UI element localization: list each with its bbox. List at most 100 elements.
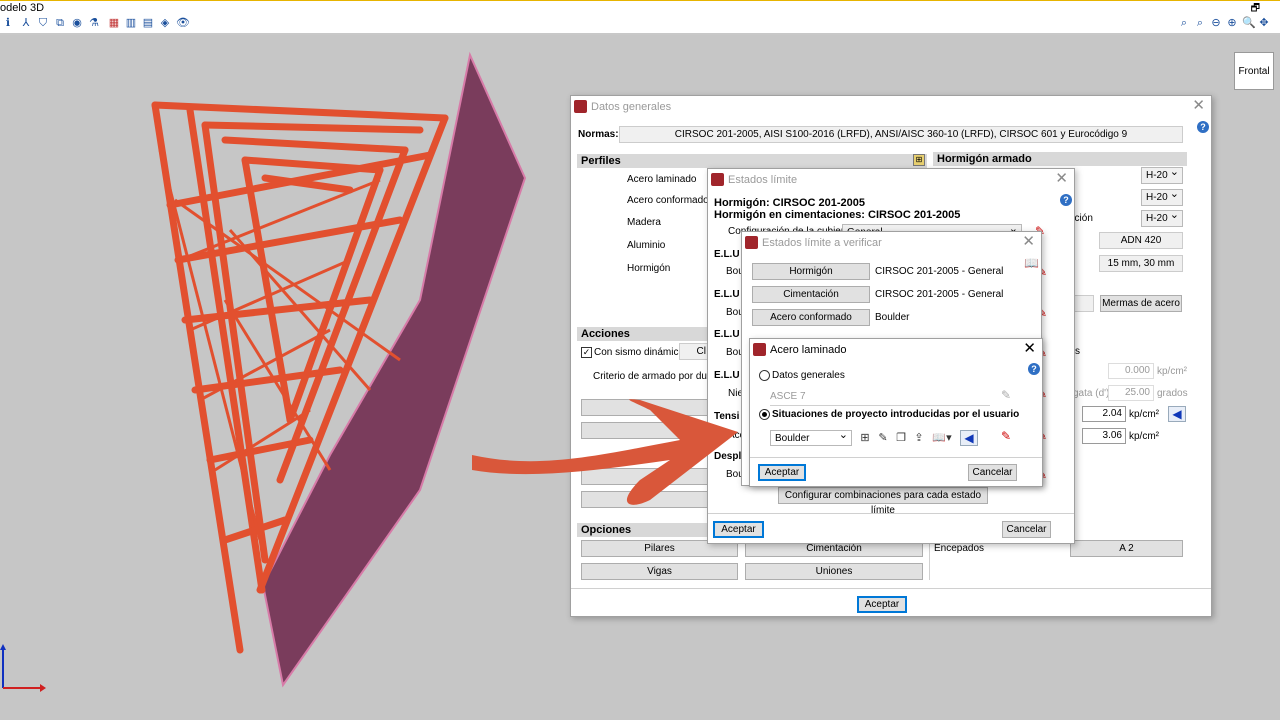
zoom-window-icon[interactable]: ⌕ [1194, 17, 1206, 29]
window-title: Datos generales [571, 96, 1211, 118]
edit-icon-red[interactable]: ✎ [998, 428, 1014, 444]
acero-conformado-button[interactable]: Acero conformado [752, 309, 870, 326]
datos-aceptar-button[interactable]: Aceptar [857, 596, 907, 613]
datos-generales-radio[interactable] [759, 370, 770, 381]
info-icon[interactable]: ℹ [2, 17, 14, 29]
hormigon-select-1[interactable]: H-20 [1141, 165, 1183, 184]
footer-separator [750, 457, 1042, 458]
view-cube-frontal[interactable]: Frontal [1234, 52, 1274, 90]
window-title: Acero laminado [750, 339, 1042, 361]
arrow-left-icon[interactable]: ◀ [960, 430, 978, 446]
hormigon-norma: Hormigón: CIRSOC 201-2005 [714, 197, 865, 209]
asce-underline [770, 405, 990, 406]
window-title: Estados límite a verificar [742, 232, 1041, 254]
estados-cancelar-button[interactable]: Cancelar [1002, 521, 1051, 538]
close-icon[interactable]: ✕ [1023, 341, 1036, 357]
zoom-in-icon[interactable]: ⊕ [1226, 17, 1238, 29]
acero-laminado-window: Acero laminado ✕ ? Datos generales ASCE … [749, 338, 1043, 487]
arrow-left-icon[interactable]: ◀ [1168, 406, 1186, 422]
app-titlebar: odelo 3D 🗗 [0, 0, 1280, 14]
book-icon[interactable]: 📖 [1024, 256, 1039, 270]
mermas-button[interactable]: Mermas de acero [1100, 295, 1182, 312]
layers-icon[interactable]: ◈ [159, 17, 171, 29]
recubrimiento-field[interactable]: 15 mm, 30 mm [1099, 255, 1183, 272]
value-0000[interactable]: 0.000 [1108, 363, 1154, 379]
usuario-radio[interactable] [759, 409, 770, 420]
acero-conformado-value: Boulder [875, 312, 910, 323]
help-icon[interactable]: ? [1060, 194, 1072, 206]
situacion-select[interactable]: Boulder [770, 428, 852, 446]
acero-cancelar-button[interactable]: Cancelar [968, 464, 1017, 481]
unit-grados: grados [1157, 388, 1188, 399]
perfil-acero-laminado: Acero laminado [627, 174, 697, 185]
unit-306: kp/cm² [1129, 431, 1159, 442]
add-icon[interactable]: ⊞ [858, 431, 872, 445]
value-306[interactable]: 3.06 [1082, 428, 1126, 444]
app-icon [745, 236, 758, 249]
hormigon-select-3[interactable]: H-20 [1141, 208, 1183, 227]
sismo-code-field[interactable]: Cl [679, 343, 709, 360]
eye-icon[interactable]: 👁 [176, 17, 190, 29]
perfiles-header: Perfiles [577, 154, 927, 168]
cube-view-icon[interactable]: ⧉ [54, 17, 66, 29]
sismo-checkbox[interactable]: ✓ [581, 347, 592, 358]
pan-icon[interactable]: ✥ [1258, 17, 1270, 29]
uniones-button[interactable]: Uniones [745, 563, 923, 580]
elu-label-1: E.L.U [714, 249, 740, 260]
close-icon[interactable]: ✕ [1055, 171, 1068, 187]
structure-view-icon[interactable]: ⚗ [88, 17, 100, 29]
help-icon[interactable]: ? [1028, 363, 1040, 375]
table-icon[interactable]: ▤ [142, 17, 154, 29]
edit-disabled-icon: ✎ [1000, 388, 1012, 402]
library-icon[interactable]: 📖▾ [930, 431, 954, 445]
close-icon[interactable]: ✕ [1022, 234, 1035, 250]
angle-partial-label: gata (d') [1073, 388, 1110, 399]
tensi-label: Tensi [714, 411, 740, 422]
hormigon-select-2[interactable]: H-20 [1141, 187, 1183, 206]
s-partial-label: s [1075, 346, 1080, 357]
edit-icon[interactable]: ✎ [876, 431, 890, 445]
normas-label: Normas: [578, 129, 619, 140]
cimentacion-value: CIRSOC 201-2005 - General [875, 289, 1004, 300]
export-icon[interactable]: ⇪ [912, 431, 926, 445]
footer-separator [571, 588, 1211, 589]
encepados-button[interactable]: A 2 [1070, 540, 1183, 557]
unit-204: kp/cm² [1129, 409, 1159, 420]
adn-field[interactable]: ADN 420 [1099, 232, 1183, 249]
value-2500[interactable]: 25.00 [1108, 385, 1154, 401]
acero-aceptar-button[interactable]: Aceptar [758, 464, 806, 481]
footer-separator [708, 513, 1074, 514]
shield-view-icon[interactable]: ⛉ [37, 17, 49, 29]
zoom-out-icon[interactable]: ⊖ [1210, 17, 1222, 29]
value-204[interactable]: 2.04 [1082, 406, 1126, 422]
unit-0000: kp/cm² [1157, 366, 1187, 377]
zoom-fit-icon[interactable]: ⌕ [1178, 17, 1190, 29]
zoom-icon[interactable]: 🔍 [1242, 17, 1256, 29]
encepados-label: Encepados [934, 543, 985, 554]
config-combinaciones-button[interactable]: Configurar combinaciones para cada estad… [778, 487, 988, 516]
normas-field[interactable]: CIRSOC 201-2005, AISI S100-2016 (LRFD), … [619, 126, 1183, 143]
grid-blue-icon[interactable]: ▥ [125, 17, 137, 29]
despl-label: Despl [714, 451, 742, 462]
eye-view-icon[interactable]: ◉ [71, 17, 83, 29]
folder-icon[interactable]: ⊞ [913, 154, 925, 166]
datos-generales-label: Datos generales [772, 370, 845, 381]
estados-aceptar-button[interactable]: Aceptar [713, 521, 764, 538]
hormigon-armado-header: Hormigón armado [933, 152, 1187, 166]
cimentacion-button[interactable]: Cimentación [752, 286, 870, 303]
sismo-label: Con sismo dinámico [594, 347, 685, 358]
perfil-acero-conformado: Acero conformado [627, 195, 709, 206]
elu-label-2: E.L.U [714, 289, 740, 300]
usuario-label: Situaciones de proyecto introducidas por… [772, 409, 1020, 420]
axes-icon[interactable]: ⅄ [20, 17, 32, 29]
asce-value: ASCE 7 [770, 391, 806, 402]
help-icon[interactable]: ? [1197, 121, 1209, 133]
vigas-button[interactable]: Vigas [581, 563, 738, 580]
perfil-madera: Madera [627, 217, 661, 228]
opciones-divider [929, 540, 930, 580]
elu-label-3: E.L.U [714, 329, 740, 340]
hormigon-button[interactable]: Hormigón [752, 263, 870, 280]
close-icon[interactable]: ✕ [1192, 98, 1205, 114]
copy-icon[interactable]: ❐ [894, 431, 908, 445]
grid-red-icon[interactable]: ▦ [108, 17, 120, 29]
